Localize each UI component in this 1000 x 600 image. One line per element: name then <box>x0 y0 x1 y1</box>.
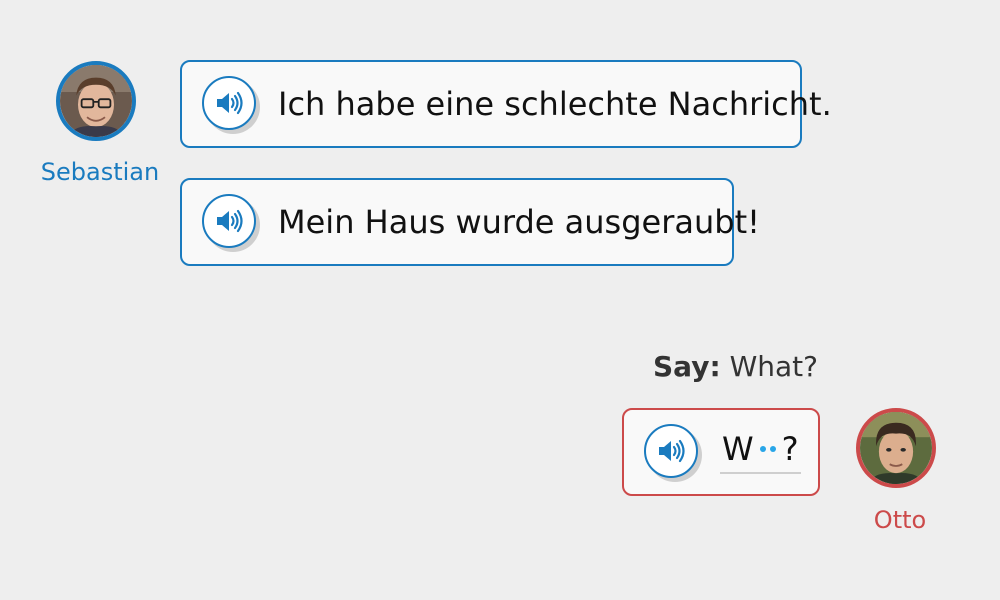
message-text: Mein Haus wurde ausgeraubt! <box>278 203 760 241</box>
prompt-label: Say: <box>653 350 721 383</box>
answer-input[interactable]: W ? <box>720 430 801 474</box>
speaker-name-sebastian: Sebastian <box>40 158 160 186</box>
portrait-sebastian <box>60 65 132 137</box>
play-audio-button[interactable] <box>644 424 702 482</box>
play-audio-button[interactable] <box>202 76 260 134</box>
blank-dot <box>769 446 776 452</box>
response-bubble: W ? <box>622 408 820 496</box>
portrait-otto <box>860 412 932 484</box>
message-text: Ich habe eine schlechte Nachricht. <box>278 85 832 123</box>
prompt-text: What? <box>729 350 818 383</box>
answer-suffix: ? <box>781 430 799 468</box>
avatar-sebastian <box>56 61 136 141</box>
answer-prefix: W <box>722 430 754 468</box>
speaker-icon <box>659 439 685 463</box>
message-bubble: Mein Haus wurde ausgeraubt! <box>180 178 760 266</box>
speaker-icon <box>217 209 243 233</box>
message-bubble: Ich habe eine schlechte Nachricht. <box>180 60 832 148</box>
avatar-otto <box>856 408 936 488</box>
answer-blank[interactable] <box>759 433 776 465</box>
say-prompt: Say: What? <box>653 350 818 383</box>
blank-dot <box>759 446 766 452</box>
speaker-icon <box>217 91 243 115</box>
play-audio-button[interactable] <box>202 194 260 252</box>
speaker-name-otto: Otto <box>873 506 927 534</box>
